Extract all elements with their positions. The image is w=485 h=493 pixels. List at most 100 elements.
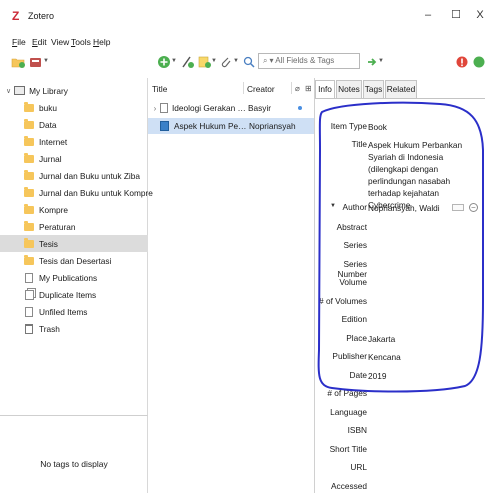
field-label-pages: # of Pages — [327, 388, 367, 398]
search-icon: ⌕ — [263, 56, 268, 65]
sidebar-item-my-library[interactable]: ∨ My Library — [0, 82, 148, 99]
chevron-right-icon[interactable]: › — [150, 104, 160, 113]
library-icon — [14, 86, 26, 95]
item-type-value[interactable]: Book — [368, 121, 480, 133]
sidebar-item-duplicate-items[interactable]: Duplicate Items — [0, 286, 148, 303]
chevron-down-icon[interactable]: ▼ — [233, 58, 239, 64]
sidebar-item-my-publications[interactable]: My Publications — [0, 269, 148, 286]
new-collection-icon[interactable] — [11, 55, 25, 69]
new-library-icon[interactable] — [29, 55, 43, 69]
column-header-title[interactable]: Title — [152, 84, 167, 94]
folder-icon — [24, 203, 34, 214]
chevron-down-icon[interactable]: ▼ — [211, 58, 217, 64]
item-creator: Nopriansyah — [249, 121, 296, 131]
sidebar-item-collection[interactable]: Tesis dan Desertasi — [0, 252, 148, 269]
field-label-volume: Volume — [339, 277, 367, 287]
trash-icon — [25, 323, 33, 334]
sidebar-item-label: Tesis dan Desertasi — [39, 255, 112, 266]
field-label-language: Language — [330, 407, 367, 417]
sidebar-item-collection[interactable]: Jurnal dan Buku untuk Ziba — [0, 167, 148, 184]
chevron-down-icon[interactable]: ▾ — [269, 56, 273, 65]
sidebar-item-label: Kompre — [39, 204, 69, 215]
chevron-down-icon[interactable]: ∨ — [6, 87, 11, 95]
folder-icon — [24, 186, 34, 197]
new-item-icon[interactable] — [157, 55, 171, 69]
unread-dot-icon — [298, 106, 302, 110]
collections-pane: ∨ My Library buku Data Internet Jurnal J… — [0, 78, 153, 415]
folder-icon — [24, 118, 34, 129]
field-label-series: Series — [343, 240, 367, 250]
sidebar-item-label: Unfiled Items — [39, 306, 88, 317]
menu-help[interactable]: Help — [93, 37, 110, 47]
maximize-button[interactable]: ☐ — [448, 7, 464, 23]
table-row-selected[interactable]: Aspek Hukum Perban... Nopriansyah — [148, 118, 314, 134]
field-label-isbn: ISBN — [347, 425, 367, 435]
column-divider[interactable] — [243, 82, 244, 94]
sidebar-item-collection[interactable]: Data — [0, 116, 148, 133]
new-note-icon[interactable] — [197, 55, 211, 69]
menu-view[interactable]: View — [51, 37, 69, 47]
attachment-column-icon[interactable]: ⌀ — [295, 84, 300, 93]
sidebar-item-label: My Library — [29, 85, 68, 96]
window-title: Zotero — [28, 11, 55, 21]
sidebar-item-label: Jurnal — [39, 153, 62, 164]
place-value[interactable]: Jakarta — [368, 333, 480, 345]
creator-mode-toggle[interactable] — [452, 204, 464, 211]
error-status-icon[interactable] — [455, 55, 469, 69]
folder-icon — [24, 152, 34, 163]
column-header-creator[interactable]: Creator — [247, 84, 275, 94]
publisher-value[interactable]: Kencana — [368, 351, 480, 363]
book-icon — [160, 121, 169, 131]
field-label-title: Title — [351, 139, 367, 149]
field-label-accessed: Accessed — [331, 481, 367, 491]
search-icon[interactable] — [242, 55, 256, 69]
chevron-down-icon[interactable]: ▼ — [171, 58, 177, 64]
tab-related[interactable]: Related — [385, 80, 417, 98]
item-title: Ideologi Gerakan Politi... — [172, 103, 247, 113]
sidebar-item-collection[interactable]: Jurnal — [0, 150, 148, 167]
sidebar-item-collection[interactable]: Peraturan — [0, 218, 148, 235]
sidebar-item-label: My Publications — [39, 272, 98, 283]
item-title: Aspek Hukum Perban... — [174, 121, 248, 131]
sidebar-item-collection[interactable]: Kompre — [0, 201, 148, 218]
sync-icon[interactable] — [472, 55, 485, 69]
field-label-short-title: Short Title — [329, 444, 367, 454]
chevron-down-icon[interactable]: ▼ — [378, 58, 384, 64]
tab-tags[interactable]: Tags — [363, 80, 384, 98]
sidebar-item-label: Peraturan — [39, 221, 76, 232]
close-button[interactable]: X — [472, 7, 485, 23]
menu-file[interactable]: File — [12, 37, 26, 47]
tab-notes[interactable]: Notes — [336, 80, 362, 98]
toolbar: ▼ ▼ ▼ ▼ ▼ — [0, 50, 485, 76]
sidebar-item-collection[interactable]: Jurnal dan Buku untuk Kompre — [0, 184, 153, 201]
sidebar-item-collection-selected[interactable]: Tesis — [0, 235, 148, 252]
menu-edit[interactable]: Edit — [32, 37, 47, 47]
title-value[interactable]: Aspek Hukum Perbankan Syariah di Indones… — [368, 139, 480, 211]
field-label-date: Date — [349, 370, 367, 380]
unfiled-icon — [25, 306, 33, 317]
field-label-author: Author — [342, 202, 367, 212]
minimize-button[interactable]: – — [420, 7, 436, 23]
folder-icon — [24, 135, 34, 146]
add-by-identifier-icon[interactable] — [180, 55, 194, 69]
date-value[interactable]: 2019 — [368, 370, 480, 382]
sidebar-item-label: Data — [39, 119, 57, 130]
table-row[interactable]: › Ideologi Gerakan Politi... Basyir — [148, 100, 314, 116]
chevron-down-icon[interactable]: ▼ — [43, 58, 49, 64]
tag-selector: No tags to display — [0, 415, 148, 493]
column-divider[interactable] — [291, 82, 292, 94]
sidebar-item-collection[interactable]: buku — [0, 99, 148, 116]
field-label-item-type: Item Type — [330, 121, 367, 131]
tab-info[interactable]: Info — [315, 80, 335, 98]
sidebar-item-trash[interactable]: Trash — [0, 320, 148, 337]
sync-arrow-icon[interactable] — [365, 55, 379, 69]
remove-creator-icon[interactable]: – — [469, 203, 478, 212]
items-pane: Title Creator ⌀ ⊞ › Ideologi Gerakan Pol… — [148, 78, 314, 493]
search-input[interactable]: ⌕ ▾ All Fields & Tags — [258, 53, 360, 69]
sidebar-item-label: Jurnal dan Buku untuk Ziba — [39, 170, 141, 181]
sidebar-item-collection[interactable]: Internet — [0, 133, 148, 150]
menu-tools[interactable]: Tools — [71, 37, 91, 47]
attachment-icon[interactable] — [219, 55, 233, 69]
column-picker-icon[interactable]: ⊞ — [305, 84, 312, 93]
sidebar-item-unfiled-items[interactable]: Unfiled Items — [0, 303, 148, 320]
